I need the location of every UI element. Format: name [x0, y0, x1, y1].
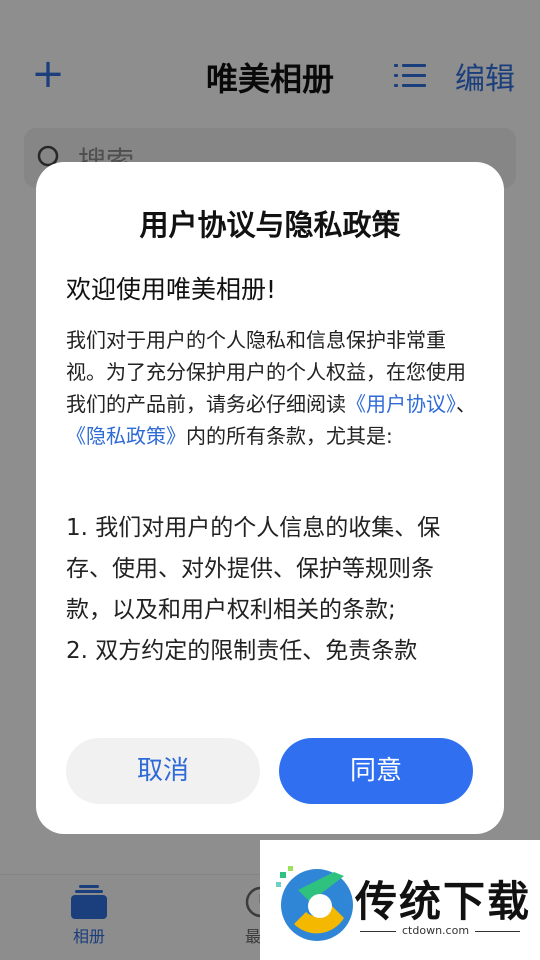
intro-part2: 内的所有条款，尤其是:: [186, 424, 393, 448]
privacy-policy-link[interactable]: 《隐私政策》: [66, 424, 186, 448]
dialog-title: 用户协议与隐私政策: [139, 208, 401, 242]
watermark: 传统下载 ctdown.com: [260, 840, 540, 960]
agree-button[interactable]: 同意: [279, 738, 473, 804]
term-item-2: 2. 双方约定的限制责任、免责条款: [66, 638, 418, 664]
ctdown-logo-icon: [276, 866, 353, 941]
privacy-dialog: 用户协议与隐私政策 欢迎使用唯美相册! 我们对于用户的个人隐私和信息保护非常重视…: [36, 162, 504, 834]
welcome-text: 欢迎使用唯美相册!: [66, 275, 277, 304]
watermark-text: 传统下载: [355, 877, 532, 926]
terms-scroll-area[interactable]: 1. 我们对用户的个人信息的收集、保存、使用、对外提供、保护等规则条款，以及和用…: [66, 508, 476, 694]
intro-text: 我们对于用户的个人隐私和信息保护非常重视。为了充分保护用户的个人权益，在您使用我…: [66, 324, 476, 452]
link-separator: 、: [456, 392, 476, 416]
user-agreement-link[interactable]: 《用户协议》: [346, 392, 456, 416]
cancel-button[interactable]: 取消: [66, 738, 260, 804]
term-item-1: 1. 我们对用户的个人信息的收集、保存、使用、对外提供、保护等规则条款，以及和用…: [66, 515, 441, 623]
watermark-url: ctdown.com: [396, 924, 476, 937]
